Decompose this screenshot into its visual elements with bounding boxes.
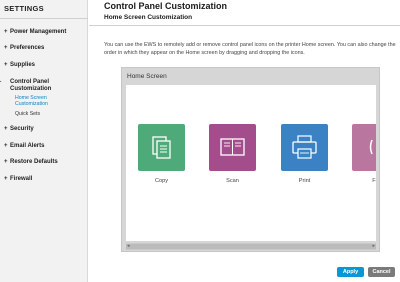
fax-label: Fa bbox=[372, 178, 376, 184]
scrollbar-thumb[interactable] bbox=[126, 244, 376, 249]
sidebar-item-label: Security bbox=[10, 126, 34, 132]
sidebar-item-label: Supplies bbox=[10, 62, 36, 68]
description-text: You can use the EWS to remotely add or r… bbox=[104, 42, 396, 56]
sidebar-item-power-management[interactable]: + Power Management bbox=[4, 29, 66, 35]
sidebar-divider bbox=[0, 18, 88, 19]
sidebar-item-preferences[interactable]: + Preferences bbox=[4, 45, 44, 51]
sidebar-subitem-home-screen-customization[interactable]: Home Screen Customization bbox=[15, 95, 75, 107]
copy-label: Copy bbox=[154, 178, 169, 184]
page-title: Control Panel Customization bbox=[104, 1, 228, 11]
sidebar-item-control-panel-customization[interactable]: –Control Panel Customization bbox=[0, 79, 84, 93]
sidebar-item-firewall[interactable]: + Firewall bbox=[4, 176, 32, 182]
sidebar-item-label: Control Panel Customization bbox=[10, 79, 52, 92]
sidebar: SETTINGS + Power Management + Preferences … bbox=[0, 0, 88, 282]
sidebar-item-label: Preferences bbox=[10, 45, 45, 51]
page-subtitle: Home Screen Customization bbox=[104, 14, 193, 21]
home-screen-title: Home Screen bbox=[127, 73, 167, 80]
copy-icon bbox=[152, 136, 171, 159]
scan-icon bbox=[220, 138, 245, 156]
cancel-button[interactable]: Cancel bbox=[368, 267, 395, 277]
horizontal-scrollbar[interactable]: ◂ ▸ bbox=[126, 243, 376, 250]
home-screen-canvas: Copy Scan Print F bbox=[126, 85, 376, 241]
scan-tile[interactable] bbox=[209, 124, 256, 171]
fax-icon bbox=[369, 139, 373, 155]
print-tile[interactable] bbox=[281, 124, 328, 171]
print-icon bbox=[292, 135, 317, 159]
copy-tile[interactable] bbox=[138, 124, 185, 171]
sidebar-item-security[interactable]: + Security bbox=[4, 126, 34, 132]
scan-label: Scan bbox=[226, 178, 239, 184]
sidebar-subitem-quick-sets[interactable]: Quick Sets bbox=[15, 111, 40, 117]
fax-tile[interactable] bbox=[352, 124, 376, 171]
sidebar-item-email-alerts[interactable]: + Email Alerts bbox=[4, 143, 44, 149]
scroll-right-icon[interactable]: ▸ bbox=[372, 243, 375, 250]
print-label: Print bbox=[298, 178, 311, 184]
header-divider bbox=[89, 25, 400, 26]
sidebar-item-label: Power Management bbox=[10, 29, 67, 35]
scroll-left-icon[interactable]: ◂ bbox=[127, 243, 130, 250]
apply-button[interactable]: Apply bbox=[337, 267, 364, 277]
sidebar-item-label: Email Alerts bbox=[10, 143, 45, 149]
sidebar-item-label: Restore Defaults bbox=[10, 159, 58, 165]
sidebar-item-label: Firewall bbox=[10, 176, 33, 182]
settings-title: SETTINGS bbox=[4, 4, 44, 13]
home-screen-panel: Home Screen Copy Scan Print F ◂ ▸ bbox=[121, 67, 380, 252]
sidebar-item-restore-defaults[interactable]: + Restore Defaults bbox=[4, 159, 58, 165]
sidebar-item-supplies[interactable]: + Supplies bbox=[4, 62, 35, 68]
